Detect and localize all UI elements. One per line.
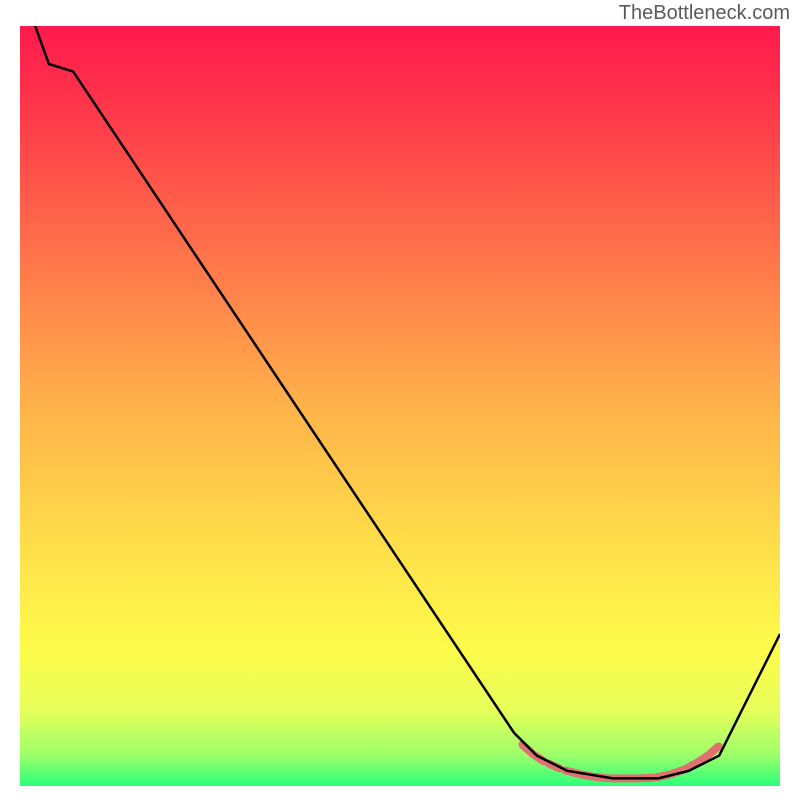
dot-point [716, 743, 722, 749]
gradient-background [20, 26, 780, 786]
chart-container: TheBottleneck.com [0, 0, 800, 800]
watermark-label: TheBottleneck.com [619, 2, 790, 25]
bottleneck-chart [0, 0, 800, 800]
dot-point [705, 753, 711, 759]
